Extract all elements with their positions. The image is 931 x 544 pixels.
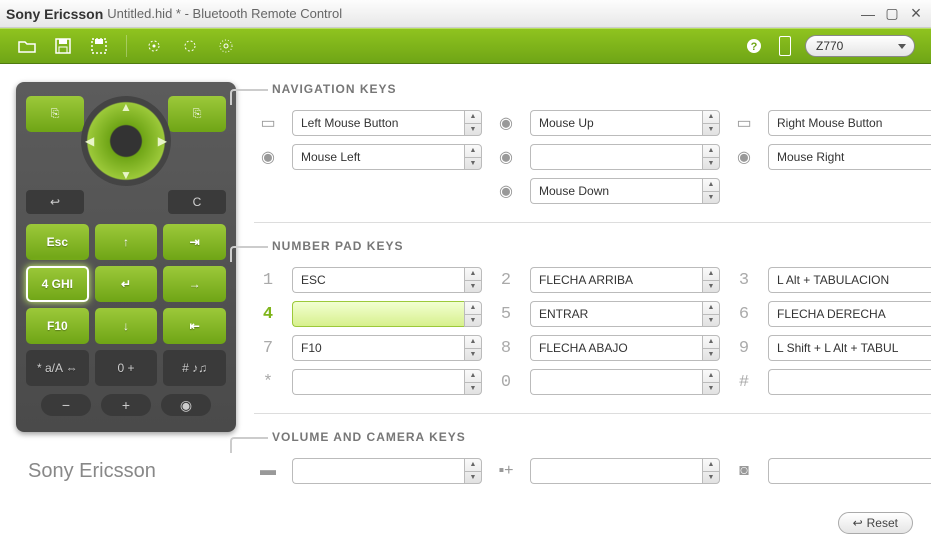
combo-7[interactable]: ▲▼ bbox=[292, 335, 482, 361]
sync-icon[interactable] bbox=[143, 35, 165, 57]
right-combo[interactable]: ▲▼ bbox=[768, 144, 931, 170]
soft-left-icon: ▭ bbox=[254, 113, 282, 133]
document-title: Untitled.hid * - Bluetooth Remote Contro… bbox=[107, 6, 342, 21]
close-button[interactable]: × bbox=[907, 7, 925, 21]
label-hash: # bbox=[730, 373, 758, 392]
soft-right-icon: ▭ bbox=[730, 113, 758, 133]
sync2-icon[interactable] bbox=[179, 35, 201, 57]
combo-8[interactable]: ▲▼ bbox=[530, 335, 720, 361]
key-star[interactable]: * a/A ⇔ bbox=[26, 350, 89, 386]
save-as-icon[interactable] bbox=[88, 35, 110, 57]
combo-4[interactable]: ▲▼ bbox=[292, 301, 482, 327]
vol-plus-combo[interactable]: ▲▼ bbox=[530, 458, 720, 484]
center-combo[interactable]: ▲▼ bbox=[530, 144, 720, 170]
phone-preview: ⎘ ▲▼◀▶ ⎘ ↩ C Esc ↑ ⇥ 4 GHI ↵ → F10 ↓ bbox=[16, 82, 236, 432]
label-7: 7 bbox=[254, 339, 282, 358]
right-icon: ◉ bbox=[730, 147, 758, 167]
key-0[interactable]: 0 + bbox=[95, 350, 158, 386]
reset-button[interactable]: ↩ Reset bbox=[838, 512, 913, 534]
vol-minus-key[interactable]: − bbox=[41, 394, 91, 416]
down-combo[interactable]: ▲▼ bbox=[530, 178, 720, 204]
vol-minus-combo[interactable]: ▲▼ bbox=[292, 458, 482, 484]
label-5: 5 bbox=[492, 305, 520, 324]
key-2[interactable]: ↑ bbox=[95, 224, 158, 260]
model-dropdown[interactable]: Z770 bbox=[805, 35, 915, 57]
up-combo[interactable]: ▲▼ bbox=[530, 110, 720, 136]
maximize-button[interactable]: ▢ bbox=[883, 7, 901, 21]
combo-star[interactable]: ▲▼ bbox=[292, 369, 482, 395]
key-5[interactable]: ↵ bbox=[95, 266, 158, 302]
key-1[interactable]: Esc bbox=[26, 224, 89, 260]
combo-2[interactable]: ▲▼ bbox=[530, 267, 720, 293]
open-icon[interactable] bbox=[16, 35, 38, 57]
help-icon[interactable]: ? bbox=[743, 35, 765, 57]
camera-icon: ◙ bbox=[730, 462, 758, 480]
key-8[interactable]: ↓ bbox=[95, 308, 158, 344]
num-section-title: NUMBER PAD KEYS bbox=[272, 239, 931, 253]
key-4[interactable]: 4 GHI bbox=[26, 266, 89, 302]
combo-0[interactable]: ▲▼ bbox=[530, 369, 720, 395]
back-key[interactable]: ↩ bbox=[26, 190, 84, 214]
left-combo[interactable]: ▲▼ bbox=[292, 144, 482, 170]
settings-icon[interactable] bbox=[215, 35, 237, 57]
label-4: 4 bbox=[254, 305, 282, 324]
soft-left-combo[interactable]: ▲▼ bbox=[292, 110, 482, 136]
soft-right-key[interactable]: ⎘ bbox=[168, 96, 226, 132]
combo-hash[interactable]: ▲▼ bbox=[768, 369, 931, 395]
svg-text:?: ? bbox=[751, 41, 758, 53]
label-9: 9 bbox=[730, 339, 758, 358]
label-3: 3 bbox=[730, 271, 758, 290]
vol-plus-icon: ▪+ bbox=[492, 462, 520, 480]
label-0: 0 bbox=[492, 373, 520, 392]
left-icon: ◉ bbox=[254, 147, 282, 167]
key-3[interactable]: ⇥ bbox=[163, 224, 226, 260]
label-1: 1 bbox=[254, 271, 282, 290]
combo-5[interactable]: ▲▼ bbox=[530, 301, 720, 327]
toolbar: ? Z770 bbox=[0, 28, 931, 64]
combo-6[interactable]: ▲▼ bbox=[768, 301, 931, 327]
vol-plus-key[interactable]: + bbox=[101, 394, 151, 416]
nav-section-title: NAVIGATION KEYS bbox=[272, 82, 931, 96]
key-6[interactable]: → bbox=[163, 266, 226, 302]
minimize-button[interactable]: — bbox=[859, 7, 877, 21]
label-2: 2 bbox=[492, 271, 520, 290]
label-star: * bbox=[254, 373, 282, 392]
combo-1[interactable]: ▲▼ bbox=[292, 267, 482, 293]
vol-minus-icon: ▬ bbox=[254, 462, 282, 480]
soft-left-key[interactable]: ⎘ bbox=[26, 96, 84, 132]
dpad[interactable]: ▲▼◀▶ bbox=[81, 96, 171, 186]
camera-key[interactable]: ◉ bbox=[161, 394, 211, 416]
vol-section-title: VOLUME AND CAMERA KEYS bbox=[272, 430, 931, 444]
key-hash[interactable]: # ♪♫ bbox=[163, 350, 226, 386]
key-9[interactable]: ⇤ bbox=[163, 308, 226, 344]
combo-3[interactable]: ▲▼ bbox=[768, 267, 931, 293]
c-key[interactable]: C bbox=[168, 190, 226, 214]
save-icon[interactable] bbox=[52, 35, 74, 57]
brand-logo: Sony Ericsson bbox=[28, 460, 156, 483]
up-icon: ◉ bbox=[492, 113, 520, 133]
down-icon: ◉ bbox=[492, 181, 520, 201]
phone-icon bbox=[779, 36, 791, 56]
center-icon: ◉ bbox=[492, 147, 520, 167]
brand: Sony Ericsson bbox=[6, 6, 103, 22]
soft-right-combo[interactable]: ▲▼ bbox=[768, 110, 931, 136]
key-7[interactable]: F10 bbox=[26, 308, 89, 344]
combo-9[interactable]: ▲▼ bbox=[768, 335, 931, 361]
titlebar: Sony Ericsson Untitled.hid * - Bluetooth… bbox=[0, 0, 931, 28]
label-6: 6 bbox=[730, 305, 758, 324]
camera-combo[interactable]: ▲▼ bbox=[768, 458, 931, 484]
label-8: 8 bbox=[492, 339, 520, 358]
